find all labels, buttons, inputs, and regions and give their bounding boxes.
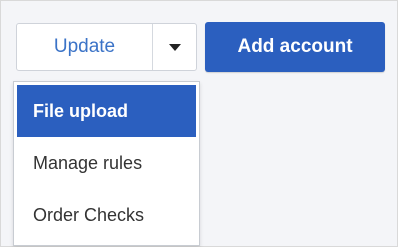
update-split-button: Update <box>16 23 197 71</box>
menu-item-file-upload[interactable]: File upload <box>17 85 196 137</box>
menu-item-manage-rules[interactable]: Manage rules <box>17 137 196 189</box>
update-dropdown-toggle[interactable] <box>153 24 196 70</box>
panel: Update Add account File upload Manage ru… <box>0 0 398 247</box>
update-button[interactable]: Update <box>17 24 153 70</box>
add-account-button[interactable]: Add account <box>205 22 385 72</box>
caret-down-icon <box>168 43 181 51</box>
menu-item-order-checks[interactable]: Order Checks <box>17 189 196 241</box>
update-dropdown-menu: File upload Manage rules Order Checks <box>13 81 200 246</box>
